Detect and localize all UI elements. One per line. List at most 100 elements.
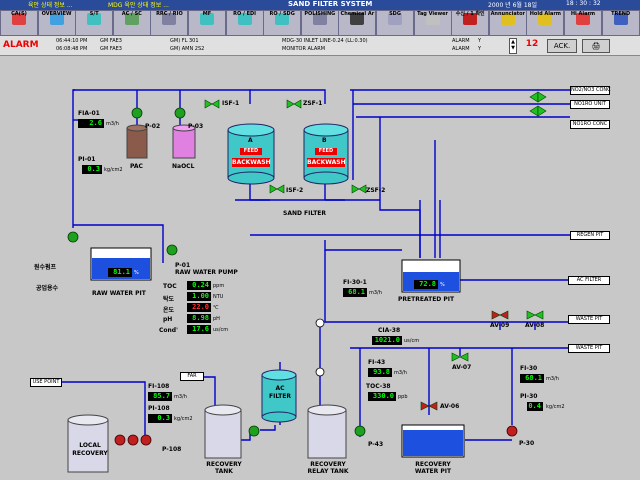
toolbar-button-8[interactable]: POLISHING: [300, 10, 339, 36]
cia38-value: 1021.0: [372, 336, 402, 345]
fia01-value: 2.6: [78, 119, 104, 128]
toolbar-button-label: Hi Alarm: [570, 11, 596, 17]
alarm-scroll[interactable]: ▲ ▼: [509, 38, 517, 54]
pump-p43-icon[interactable]: [354, 425, 366, 437]
filter-b-backwash: BACKWASH: [307, 158, 346, 167]
valve-zsf2-icon[interactable]: [351, 184, 360, 194]
pump-p01-icon[interactable]: [166, 244, 178, 256]
toolbar-button-2[interactable]: S/T: [75, 10, 114, 36]
valve-manual-2-icon[interactable]: [315, 367, 325, 377]
valve-av06-icon[interactable]: [420, 401, 430, 411]
title-left-1: 육안 상태 정보 ...: [28, 2, 73, 9]
waste-pit-box-2: WASTE PIT: [568, 344, 610, 353]
p108-label: P-108: [162, 446, 182, 453]
local-recovery-label: LOCAL RECOVERY: [72, 442, 108, 457]
recovery-relay-tank: [307, 404, 347, 459]
alarm-bar: ALARM 06:44:10 PM 06:08:48 PM GM FAE3 GM…: [0, 36, 640, 56]
toolbar-button-13[interactable]: Annunciator: [488, 10, 527, 36]
toolbar-button-12[interactable]: 수신 / 1 확인: [451, 10, 490, 36]
valve-zsf1-icon[interactable]: [286, 99, 295, 109]
valve-isf1-icon[interactable]: [204, 99, 213, 109]
pump-p108a-icon[interactable]: [114, 434, 126, 446]
fi108-value: 85.7: [148, 392, 172, 401]
fi108-unit: m3/h: [174, 394, 187, 400]
fi30-value: 68.1: [520, 374, 544, 383]
zsf1-label: ZSF-1: [303, 100, 323, 107]
toolbar-button-label: RRC / RIO: [156, 11, 183, 17]
alarm-row2-flag: Y: [478, 46, 482, 52]
waste-pit-box-1: WASTE PIT: [568, 315, 610, 324]
valve-av09-icon[interactable]: [491, 310, 501, 320]
filter-a-label: A: [248, 137, 253, 144]
toolbar-button-0[interactable]: CA(S): [0, 10, 38, 36]
pump-p02-icon[interactable]: [131, 107, 143, 119]
toolbar-button-11[interactable]: Tag Viewer: [413, 10, 452, 36]
fi43-value: 93.8: [368, 368, 392, 377]
toolbar-button-label: OVERVIEW: [41, 11, 72, 17]
toolbar-button-9[interactable]: Chemical Ar: [338, 10, 377, 36]
toolbar-button-16[interactable]: TREND: [601, 10, 640, 36]
lia01-unit: %: [134, 270, 139, 276]
pump-left-icon[interactable]: [67, 231, 79, 243]
pi01-tag: PI-01: [78, 156, 96, 163]
valve-manual-1-icon[interactable]: [315, 318, 325, 328]
pi01-value: 0.3: [82, 165, 102, 174]
pi30-unit: kg/cm2: [546, 404, 565, 410]
p30-label: P-30: [519, 440, 535, 447]
toc-value: 0.24: [187, 281, 211, 290]
valve-isf2-icon[interactable]: [269, 184, 278, 194]
fia01-unit: m3/h: [106, 121, 119, 127]
valve-label-left: 공업용수: [36, 285, 59, 292]
toolbar-button-10[interactable]: SDG: [376, 10, 414, 36]
pump-p03-icon[interactable]: [174, 107, 186, 119]
fi108-tag: FI-108: [148, 383, 170, 390]
toolbar-button-label: Chemical Ar: [340, 11, 375, 17]
recovery-tank: [204, 404, 242, 459]
pump-p30-icon[interactable]: [506, 425, 518, 437]
toolbar-button-14[interactable]: Hold Alarm: [526, 10, 565, 36]
fi43-tag: FI-43: [368, 359, 386, 366]
toolbar-button-7[interactable]: RO / SDG: [263, 10, 302, 36]
alarm-row1-tag: GM) FL 301: [170, 38, 199, 44]
p01-label: P-01: [175, 262, 191, 269]
fia01-tag: FIA-01: [78, 110, 100, 117]
toolbar-button-3[interactable]: AC / SC: [112, 10, 151, 36]
toolbar-button-label: 수신 / 1 확인: [455, 11, 485, 17]
toolbar-button-15[interactable]: Hi Alarm: [564, 10, 602, 36]
pump-recovery-icon[interactable]: [248, 425, 260, 437]
no2no3-conc-box: NO2/NO3 CONC: [570, 86, 611, 95]
ac-filter-tank-label: AC FILTER: [269, 385, 291, 400]
raw-water-pump-label: RAW WATER PUMP: [175, 269, 238, 276]
pac-label: PAC: [130, 163, 143, 170]
toolbar-button-4[interactable]: RRC / RIO: [150, 10, 189, 36]
valve-right-1-icon[interactable]: [529, 91, 539, 103]
toolbar-button-5[interactable]: MF: [188, 10, 226, 36]
pi30-tag: PI-30: [520, 393, 538, 400]
pump-p108c-icon[interactable]: [140, 434, 152, 446]
valve-av07-icon[interactable]: [451, 352, 461, 362]
recovery-water-pit-label: RECOVERY WATER PIT: [414, 461, 452, 475]
toolbar-button-label: MF: [202, 11, 212, 17]
p02-label: P-02: [145, 123, 161, 130]
isf1-label: ISF-1: [222, 100, 240, 107]
filter-a-backwash: BACKWASH: [232, 158, 271, 167]
lia05-tag: LIA-05: [417, 263, 439, 270]
valve-right-2-icon[interactable]: [529, 105, 539, 117]
fi30-1-unit: m3/h: [369, 290, 382, 296]
no1ro-conc-box: NO1RO CONC: [570, 120, 610, 129]
alarm-row1-time: 06:44:10 PM: [56, 38, 88, 44]
ph-name: pH: [163, 316, 173, 323]
toc38-unit: ppb: [398, 394, 408, 400]
toolbar-button-6[interactable]: RO / EDI: [225, 10, 264, 36]
turb-unit: NTU: [213, 294, 224, 300]
temp-name: 온도: [163, 307, 175, 314]
filter-a-feed: FEED: [240, 148, 262, 155]
alarm-row2-tag: GM) AMN 2S2: [170, 46, 205, 52]
valve-av08-icon[interactable]: [526, 310, 536, 320]
toolbar-button-1[interactable]: OVERVIEW: [37, 10, 76, 36]
print-button[interactable]: 🖨: [582, 39, 610, 53]
alarm-row2-time: 06:08:48 PM: [56, 46, 88, 52]
pump-p108b-icon[interactable]: [127, 434, 139, 446]
ack-button[interactable]: ACK.: [547, 39, 577, 53]
toolbar-button-label: SDG: [389, 11, 401, 17]
